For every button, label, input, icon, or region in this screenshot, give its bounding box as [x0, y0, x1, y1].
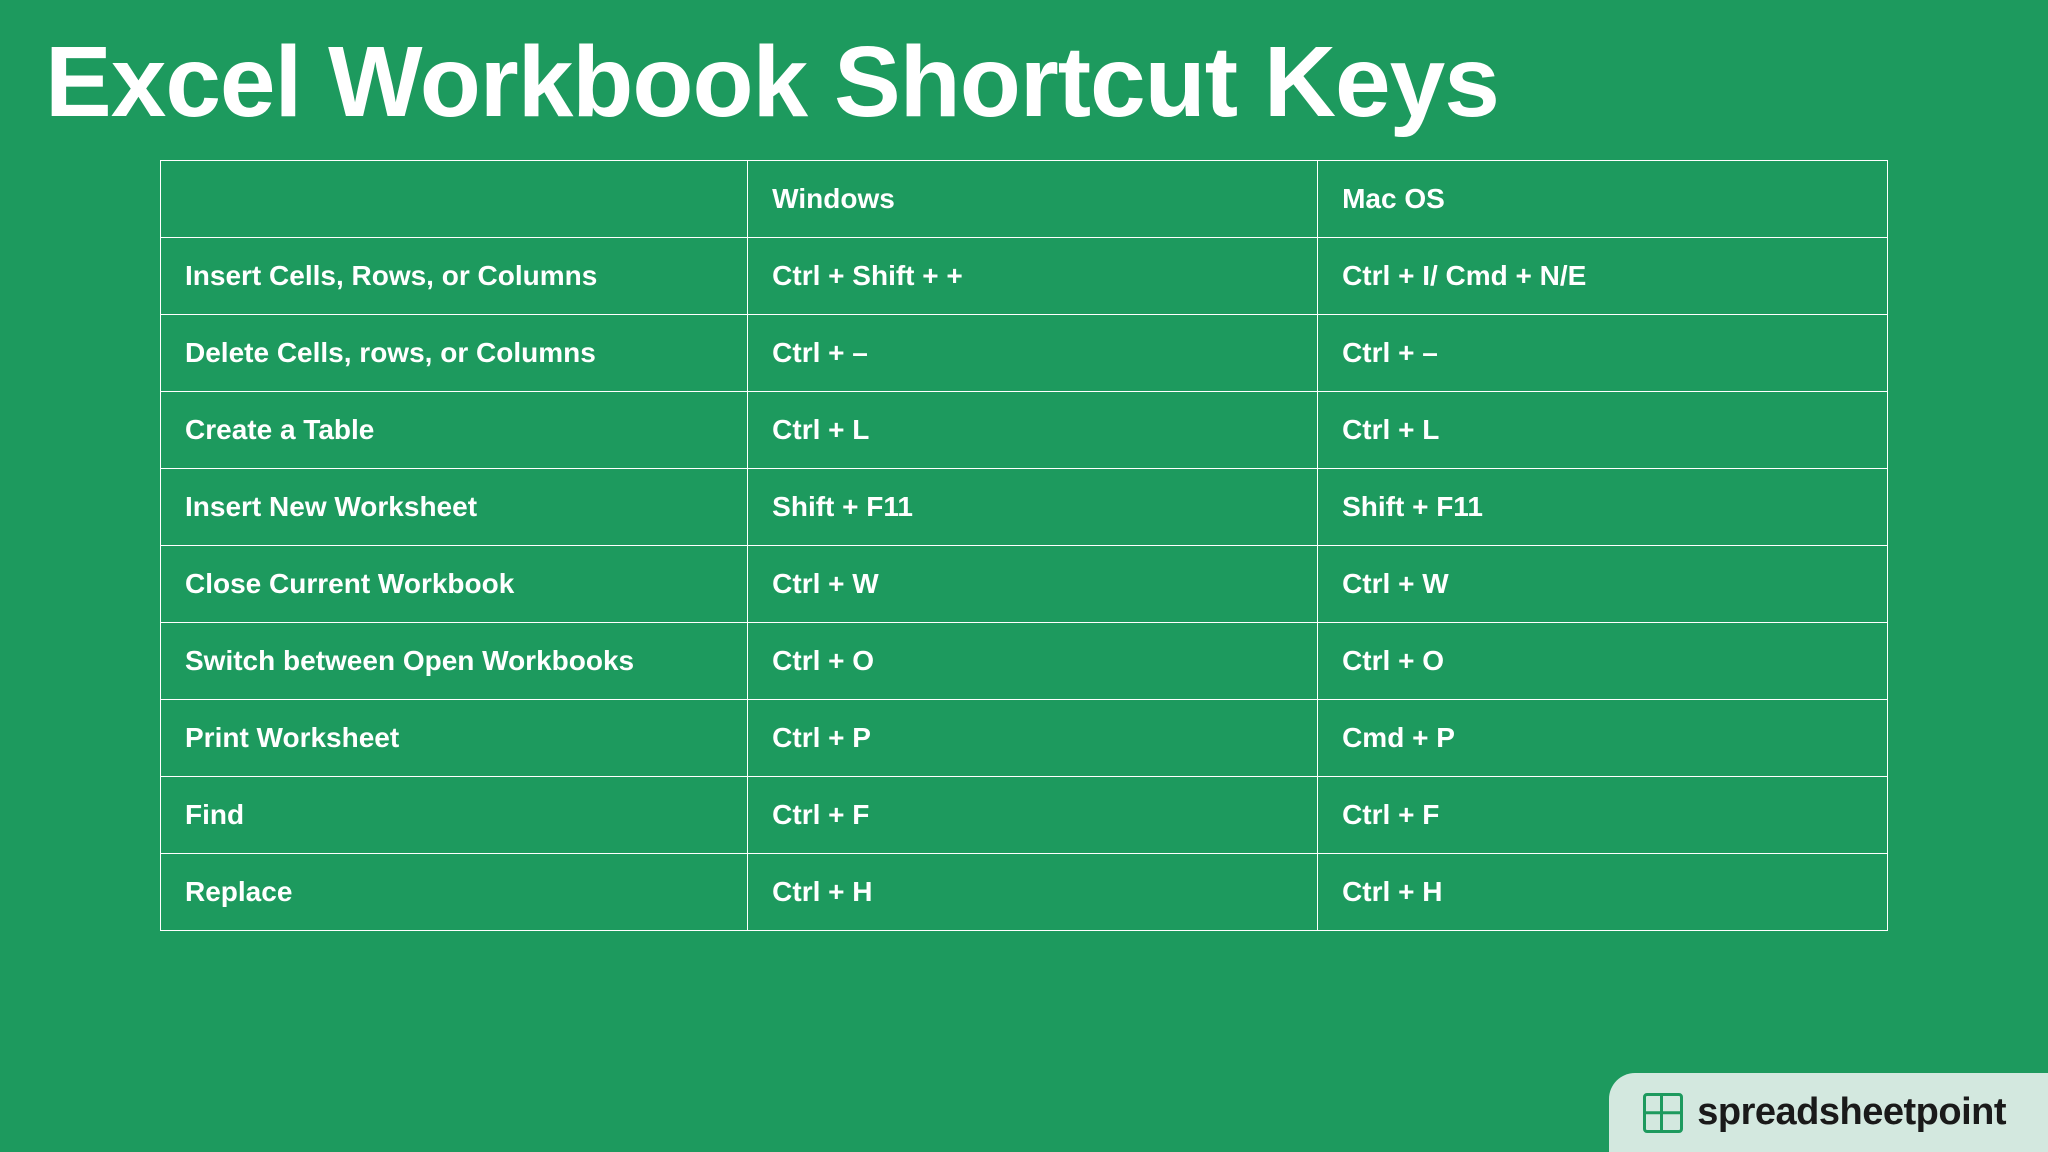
cell-windows: Ctrl + Shift + + — [748, 238, 1318, 315]
table-row: Create a Table Ctrl + L Ctrl + L — [161, 392, 1888, 469]
cell-windows: Ctrl + O — [748, 623, 1318, 700]
cell-windows: Ctrl + – — [748, 315, 1318, 392]
table-row: Print Worksheet Ctrl + P Cmd + P — [161, 700, 1888, 777]
cell-mac: Shift + F11 — [1318, 469, 1888, 546]
header-windows: Windows — [748, 161, 1318, 238]
cell-action: Insert Cells, Rows, or Columns — [161, 238, 748, 315]
cell-action: Close Current Workbook — [161, 546, 748, 623]
cell-mac: Cmd + P — [1318, 700, 1888, 777]
cell-mac: Ctrl + I/ Cmd + N/E — [1318, 238, 1888, 315]
cell-action: Insert New Worksheet — [161, 469, 748, 546]
table-row: Delete Cells, rows, or Columns Ctrl + – … — [161, 315, 1888, 392]
cell-action: Print Worksheet — [161, 700, 748, 777]
cell-windows: Ctrl + W — [748, 546, 1318, 623]
cell-windows: Ctrl + P — [748, 700, 1318, 777]
header-mac: Mac OS — [1318, 161, 1888, 238]
table-row: Close Current Workbook Ctrl + W Ctrl + W — [161, 546, 1888, 623]
logo-text: spreadsheetpoint — [1697, 1091, 2006, 1134]
cell-mac: Ctrl + H — [1318, 854, 1888, 931]
cell-action: Switch between Open Workbooks — [161, 623, 748, 700]
table-row: Replace Ctrl + H Ctrl + H — [161, 854, 1888, 931]
cell-mac: Ctrl + W — [1318, 546, 1888, 623]
cell-windows: Ctrl + H — [748, 854, 1318, 931]
table-header-row: Windows Mac OS — [161, 161, 1888, 238]
cell-action: Find — [161, 777, 748, 854]
table-row: Find Ctrl + F Ctrl + F — [161, 777, 1888, 854]
table-row: Switch between Open Workbooks Ctrl + O C… — [161, 623, 1888, 700]
logo-badge: spreadsheetpoint — [1609, 1073, 2048, 1152]
spreadsheet-icon — [1643, 1093, 1683, 1133]
page-title: Excel Workbook Shortcut Keys — [0, 0, 2048, 160]
cell-mac: Ctrl + L — [1318, 392, 1888, 469]
cell-action: Replace — [161, 854, 748, 931]
cell-mac: Ctrl + – — [1318, 315, 1888, 392]
cell-mac: Ctrl + O — [1318, 623, 1888, 700]
cell-windows: Ctrl + F — [748, 777, 1318, 854]
shortcuts-table-container: Windows Mac OS Insert Cells, Rows, or Co… — [0, 160, 2048, 931]
table-row: Insert New Worksheet Shift + F11 Shift +… — [161, 469, 1888, 546]
cell-windows: Shift + F11 — [748, 469, 1318, 546]
cell-action: Create a Table — [161, 392, 748, 469]
header-action — [161, 161, 748, 238]
shortcuts-table: Windows Mac OS Insert Cells, Rows, or Co… — [160, 160, 1888, 931]
table-row: Insert Cells, Rows, or Columns Ctrl + Sh… — [161, 238, 1888, 315]
cell-action: Delete Cells, rows, or Columns — [161, 315, 748, 392]
cell-windows: Ctrl + L — [748, 392, 1318, 469]
cell-mac: Ctrl + F — [1318, 777, 1888, 854]
